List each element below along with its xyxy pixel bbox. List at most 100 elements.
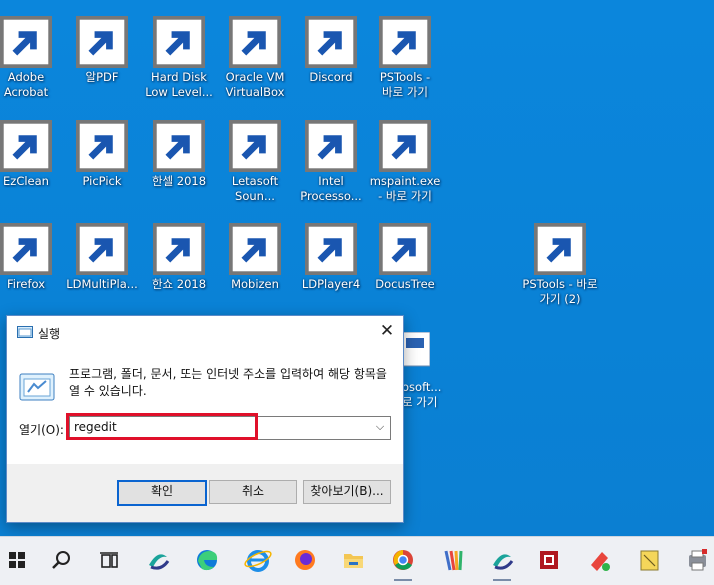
running-indicator bbox=[394, 579, 412, 581]
file-explorer-icon bbox=[344, 554, 363, 568]
taskbar-chrome-button[interactable] bbox=[386, 543, 420, 581]
task-view-icon bbox=[100, 552, 118, 568]
desktop-icon-label: Discord bbox=[309, 70, 353, 84]
taskbar-edge-button[interactable] bbox=[190, 543, 224, 577]
chrome-icon bbox=[393, 550, 413, 570]
desktop-icon-docustree[interactable]: DocusTree bbox=[368, 221, 442, 292]
shortcut-arrow-icon bbox=[0, 120, 52, 172]
desktop-icon-label: Letasoft Soun... bbox=[231, 174, 279, 203]
desktop-icon-label: LDPlayer4 bbox=[301, 277, 361, 291]
desktop-icon-label: DocusTree bbox=[375, 277, 435, 291]
document-icon bbox=[402, 332, 430, 367]
desktop-icon-label: 한셀 2018 bbox=[151, 174, 207, 188]
close-icon[interactable]: ✕ bbox=[371, 316, 403, 348]
desktop-icon-virtualbox[interactable]: Oracle VM VirtualBox bbox=[218, 14, 292, 100]
taskbar-sticky-notes-button[interactable] bbox=[582, 543, 616, 577]
run-titlebar[interactable]: 실행 ✕ bbox=[7, 316, 403, 348]
app-icon bbox=[493, 554, 514, 570]
desktop-icon-label: Firefox bbox=[6, 277, 46, 291]
picpick-icon bbox=[444, 550, 463, 571]
internet-explorer-icon bbox=[244, 550, 272, 572]
taskbar-picpick-button[interactable] bbox=[436, 543, 470, 577]
paint-icon bbox=[540, 551, 558, 569]
desktop-icon-label: EzClean bbox=[3, 174, 49, 188]
desktop-icon-mobizen[interactable]: mMobizen bbox=[218, 221, 292, 292]
run-icon bbox=[17, 326, 33, 338]
taskbar-printer-button[interactable] bbox=[680, 543, 714, 577]
desktop-icon-label: 한쇼 2018 bbox=[151, 277, 207, 291]
taskbar-windows-start-button[interactable] bbox=[0, 543, 34, 577]
shortcut-arrow-icon bbox=[0, 16, 52, 68]
desktop-icon-picpick[interactable]: PicPick bbox=[65, 118, 139, 189]
shortcut-arrow-icon bbox=[229, 120, 281, 172]
search-icon bbox=[52, 551, 70, 569]
desktop-icon-speaker[interactable]: Letasoft Soun... bbox=[218, 118, 292, 204]
shortcut-arrow-icon bbox=[379, 16, 431, 68]
desktop-icon-label: Mobizen bbox=[231, 277, 279, 291]
run-dialog: 실행 ✕ 프로그램, 폴더, 문서, 또는 인터넷 주소를 입력하여 해당 항목… bbox=[6, 315, 404, 523]
cancel-button[interactable]: 취소 bbox=[209, 480, 297, 504]
chevron-down-icon[interactable]: ⌵ bbox=[372, 418, 388, 436]
shortcut-arrow-icon bbox=[153, 223, 205, 275]
taskbar bbox=[0, 536, 714, 585]
partial-label-line2: 로 가기 bbox=[402, 395, 438, 409]
desktop-icon-label: Adobe Acrobat bbox=[3, 70, 49, 99]
desktop-icon-label: PicPick bbox=[82, 174, 122, 188]
desktop-icon-label: LDMultiPla... bbox=[66, 277, 138, 291]
desktop-icon-hancell[interactable]: 한셀 2018 bbox=[142, 118, 216, 189]
shortcut-arrow-icon bbox=[305, 16, 357, 68]
desktop-icon-firefox[interactable]: Firefox bbox=[0, 221, 63, 292]
open-label: 열기(O): bbox=[19, 423, 64, 437]
shortcut-arrow-icon bbox=[229, 223, 281, 275]
desktop-icon-ldplayer[interactable]: LDPlayer4 bbox=[294, 221, 368, 292]
taskbar-firefox-button[interactable] bbox=[288, 543, 322, 577]
desktop-icon-folder[interactable]: PSTools - 바로 가기 (2) bbox=[522, 221, 598, 307]
taskbar-search-button[interactable] bbox=[44, 543, 78, 577]
partial-label-line1: osoft... bbox=[402, 380, 442, 394]
highlight-box bbox=[66, 413, 258, 440]
desktop-icon-folder[interactable]: PSTools - 바로 가기 bbox=[368, 14, 442, 100]
desktop-icon-label: Intel Processo... bbox=[300, 174, 362, 203]
app-icon bbox=[149, 554, 170, 570]
shortcut-arrow-icon bbox=[0, 223, 52, 275]
taskbar-paint-button[interactable] bbox=[532, 543, 566, 577]
desktop-icon-ezclean[interactable]: EzClean bbox=[0, 118, 63, 189]
taskbar-task-view-button[interactable] bbox=[92, 543, 126, 577]
shortcut-arrow-icon bbox=[76, 120, 128, 172]
desktop-icon-label: PSTools - 바로 가기 bbox=[379, 70, 431, 99]
browse-button[interactable]: 찾아보기(B)... bbox=[303, 480, 391, 504]
shortcut-arrow-icon bbox=[229, 16, 281, 68]
taskbar-file-explorer-button[interactable] bbox=[336, 543, 370, 577]
run-description: 프로그램, 폴더, 문서, 또는 인터넷 주소를 입력하여 해당 항목을 열 수… bbox=[69, 367, 387, 398]
desktop-icon-document[interactable]: Intel Processo... bbox=[294, 118, 368, 204]
shortcut-arrow-icon bbox=[305, 120, 357, 172]
shortcut-arrow-icon bbox=[305, 223, 357, 275]
desktop-icon-paint[interactable]: mspaint.exe - 바로 가기 bbox=[368, 118, 442, 204]
shortcut-arrow-icon bbox=[379, 223, 431, 275]
run-dialog-title: 실행 bbox=[38, 327, 61, 341]
taskbar-hancom-button[interactable] bbox=[632, 543, 666, 577]
ok-button[interactable]: 확인 bbox=[117, 480, 207, 506]
taskbar-app-button[interactable] bbox=[141, 543, 175, 577]
shortcut-arrow-icon bbox=[534, 223, 586, 275]
shortcut-arrow-icon bbox=[76, 16, 128, 68]
shortcut-arrow-icon bbox=[379, 120, 431, 172]
desktop-icon-label: 알PDF bbox=[85, 70, 119, 84]
taskbar-internet-explorer-button[interactable] bbox=[241, 543, 275, 577]
desktop-icon-label: Oracle VM VirtualBox bbox=[225, 70, 285, 99]
hancom-icon bbox=[640, 550, 659, 571]
desktop-icon-ldmultiplayer[interactable]: LDMultiPla... bbox=[65, 221, 139, 292]
desktop-icon-label: Hard Disk Low Level... bbox=[145, 70, 213, 99]
desktop-icon-label: mspaint.exe - 바로 가기 bbox=[369, 174, 441, 203]
desktop-icon-hanshow[interactable]: 한쇼 2018 bbox=[142, 221, 216, 292]
desktop-icon-alpdf[interactable]: PDF알PDF bbox=[65, 14, 139, 85]
printer-icon bbox=[689, 549, 707, 571]
desktop-icon-discord[interactable]: Discord bbox=[294, 14, 368, 85]
desktop-icon-acrobat[interactable]: Adobe Acrobat bbox=[0, 14, 63, 100]
shortcut-arrow-icon bbox=[153, 120, 205, 172]
desktop-icon-hard-disk-tool[interactable]: Hard Disk Low Level... bbox=[142, 14, 216, 100]
taskbar-app-button[interactable] bbox=[485, 543, 519, 581]
run-large-icon bbox=[19, 373, 55, 401]
firefox-icon bbox=[295, 550, 315, 570]
desktop-icon-partial[interactable]: osoft... 로 가기 bbox=[402, 332, 442, 410]
